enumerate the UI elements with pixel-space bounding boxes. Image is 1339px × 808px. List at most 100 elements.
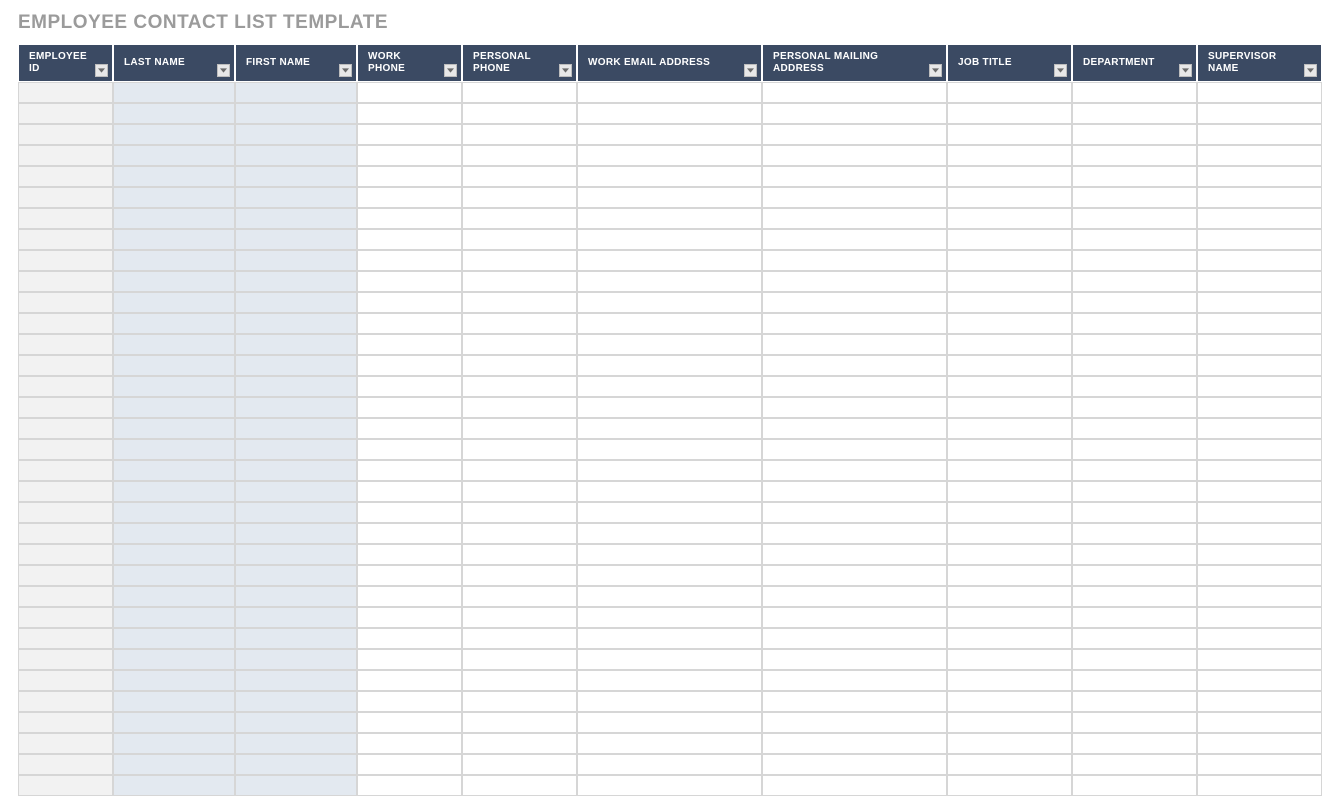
cell-supervisor[interactable] [1197,523,1322,544]
cell-personal_phone[interactable] [462,607,577,628]
cell-personal_phone[interactable] [462,187,577,208]
cell-first_name[interactable] [235,208,357,229]
cell-job_title[interactable] [947,292,1072,313]
cell-job_title[interactable] [947,712,1072,733]
filter-dropdown-icon[interactable] [559,64,572,77]
cell-mailing_address[interactable] [762,103,947,124]
cell-employee_id[interactable] [18,754,113,775]
filter-dropdown-icon[interactable] [217,64,230,77]
cell-work_phone[interactable] [357,481,462,502]
cell-mailing_address[interactable] [762,208,947,229]
cell-first_name[interactable] [235,397,357,418]
cell-first_name[interactable] [235,418,357,439]
cell-work_phone[interactable] [357,229,462,250]
cell-work_phone[interactable] [357,691,462,712]
cell-employee_id[interactable] [18,775,113,796]
cell-work_email[interactable] [577,502,762,523]
cell-supervisor[interactable] [1197,733,1322,754]
cell-supervisor[interactable] [1197,313,1322,334]
cell-job_title[interactable] [947,334,1072,355]
cell-job_title[interactable] [947,439,1072,460]
cell-first_name[interactable] [235,355,357,376]
cell-supervisor[interactable] [1197,418,1322,439]
cell-last_name[interactable] [113,565,235,586]
cell-work_phone[interactable] [357,607,462,628]
cell-personal_phone[interactable] [462,733,577,754]
cell-last_name[interactable] [113,712,235,733]
cell-job_title[interactable] [947,103,1072,124]
cell-mailing_address[interactable] [762,460,947,481]
cell-last_name[interactable] [113,166,235,187]
cell-work_email[interactable] [577,481,762,502]
cell-work_email[interactable] [577,544,762,565]
cell-mailing_address[interactable] [762,628,947,649]
filter-dropdown-icon[interactable] [744,64,757,77]
cell-first_name[interactable] [235,586,357,607]
cell-work_phone[interactable] [357,733,462,754]
cell-department[interactable] [1072,712,1197,733]
cell-department[interactable] [1072,502,1197,523]
cell-job_title[interactable] [947,187,1072,208]
cell-mailing_address[interactable] [762,691,947,712]
cell-employee_id[interactable] [18,712,113,733]
cell-employee_id[interactable] [18,607,113,628]
cell-mailing_address[interactable] [762,166,947,187]
cell-work_email[interactable] [577,523,762,544]
cell-supervisor[interactable] [1197,502,1322,523]
cell-first_name[interactable] [235,271,357,292]
cell-work_email[interactable] [577,187,762,208]
cell-mailing_address[interactable] [762,229,947,250]
cell-supervisor[interactable] [1197,187,1322,208]
cell-department[interactable] [1072,397,1197,418]
cell-first_name[interactable] [235,166,357,187]
cell-employee_id[interactable] [18,334,113,355]
cell-personal_phone[interactable] [462,523,577,544]
cell-department[interactable] [1072,733,1197,754]
cell-job_title[interactable] [947,628,1072,649]
cell-last_name[interactable] [113,187,235,208]
cell-last_name[interactable] [113,271,235,292]
cell-work_phone[interactable] [357,82,462,103]
cell-work_phone[interactable] [357,586,462,607]
filter-dropdown-icon[interactable] [339,64,352,77]
cell-work_email[interactable] [577,334,762,355]
cell-employee_id[interactable] [18,229,113,250]
cell-job_title[interactable] [947,481,1072,502]
cell-job_title[interactable] [947,691,1072,712]
cell-last_name[interactable] [113,481,235,502]
cell-department[interactable] [1072,628,1197,649]
cell-work_email[interactable] [577,145,762,166]
cell-first_name[interactable] [235,82,357,103]
cell-supervisor[interactable] [1197,607,1322,628]
cell-personal_phone[interactable] [462,691,577,712]
cell-personal_phone[interactable] [462,271,577,292]
cell-supervisor[interactable] [1197,334,1322,355]
cell-employee_id[interactable] [18,670,113,691]
cell-job_title[interactable] [947,376,1072,397]
cell-job_title[interactable] [947,166,1072,187]
cell-work_email[interactable] [577,439,762,460]
cell-supervisor[interactable] [1197,166,1322,187]
cell-employee_id[interactable] [18,124,113,145]
cell-personal_phone[interactable] [462,313,577,334]
cell-job_title[interactable] [947,208,1072,229]
cell-department[interactable] [1072,292,1197,313]
cell-department[interactable] [1072,544,1197,565]
cell-employee_id[interactable] [18,313,113,334]
cell-personal_phone[interactable] [462,334,577,355]
cell-work_phone[interactable] [357,544,462,565]
cell-work_phone[interactable] [357,124,462,145]
cell-department[interactable] [1072,607,1197,628]
cell-first_name[interactable] [235,670,357,691]
cell-first_name[interactable] [235,376,357,397]
cell-work_phone[interactable] [357,460,462,481]
cell-first_name[interactable] [235,502,357,523]
cell-department[interactable] [1072,208,1197,229]
cell-last_name[interactable] [113,439,235,460]
cell-work_phone[interactable] [357,502,462,523]
cell-work_email[interactable] [577,460,762,481]
cell-work_email[interactable] [577,271,762,292]
cell-last_name[interactable] [113,376,235,397]
filter-dropdown-icon[interactable] [929,64,942,77]
cell-supervisor[interactable] [1197,481,1322,502]
